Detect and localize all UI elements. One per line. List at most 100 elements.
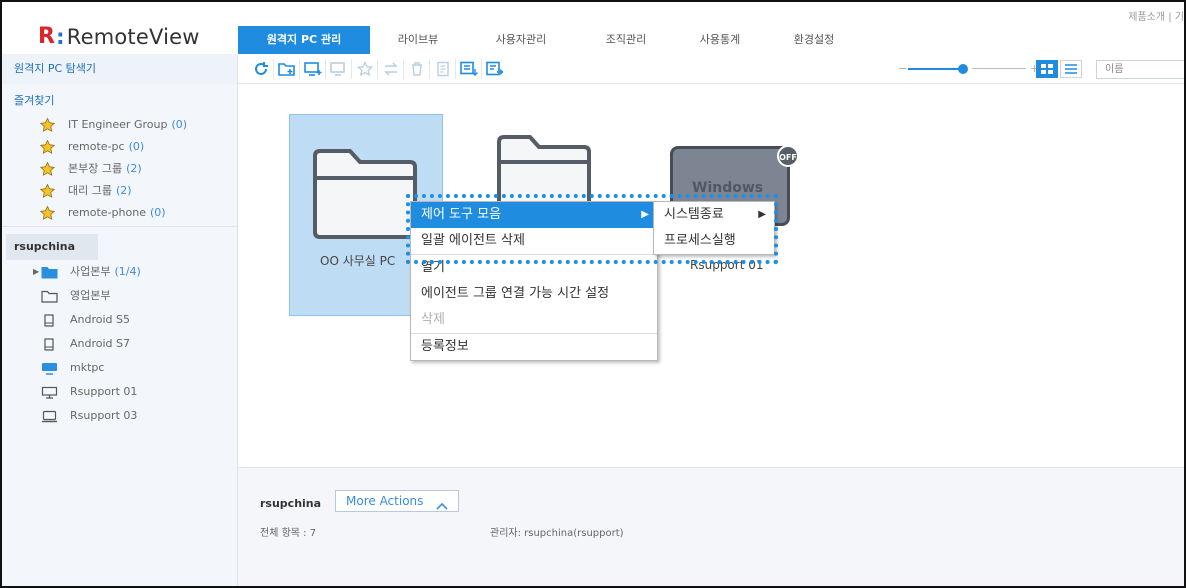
favorite-count: (2) [126,162,142,175]
info-panel: rsupchina More Actions 전체 항목 : 7 관리자: rs… [238,467,1184,586]
tree-item-count: (1/4) [114,265,141,278]
favorite-count: (2) [115,184,132,197]
menu-item-connection-time[interactable]: 에이전트 그룹 연결 가능 시간 설정 [411,281,657,307]
toolbar-row: 원격지 PC 탐색기 − + 이름 [2,54,1184,84]
monitor-filled-icon [40,361,58,375]
sort-select[interactable]: 이름 [1096,60,1184,79]
favorite-label: IT Engineer Group [68,118,168,131]
chevron-up-icon [436,496,448,516]
off-status-badge: OFF [777,145,799,167]
tree-item-label: Android S5 [70,313,131,326]
favorite-label: remote-pc [68,140,125,153]
group-label[interactable]: rsupchina [6,234,98,260]
tree-item-android-s5[interactable]: Android S5 [2,308,141,332]
group-tree: ▶ 사업본부 (1/4) 영업본부 Android S5 Android S7 m… [2,260,141,428]
tab-users[interactable]: 사용자관리 [466,26,576,54]
tree-item-label: 영업본부 [70,289,111,302]
export-icon[interactable] [456,59,482,79]
sidebar: 즐겨찾기 IT Engineer Group (0) remote-pc (0) 본… [2,84,238,586]
logo[interactable]: R: RemoteView [38,24,200,49]
transfer-icon[interactable] [378,59,404,79]
new-folder-icon[interactable] [274,59,300,79]
list-view-icon[interactable] [1060,60,1082,78]
favorites-list: IT Engineer Group (0) remote-pc (0) 본부장 그룹… [40,114,187,224]
expand-caret-icon[interactable]: ▶ [33,260,39,284]
folder-icon [312,148,418,243]
highlight-annotation [406,194,778,264]
favorite-item[interactable]: 대리 그룹 (2) [40,180,187,202]
app-window: R: RemoteView 원격지 PC 관리 라이브뷰 사용자관리 조직관리 사… [0,0,1186,588]
document-icon[interactable] [430,59,456,79]
menu-item-label: 삭제 [421,312,445,327]
main-tabs: 원격지 PC 관리 라이브뷰 사용자관리 조직관리 사용통계 환경설정 [238,26,864,54]
phone-icon [40,337,58,351]
more-actions-button[interactable]: More Actions [335,490,459,512]
favorite-count: (0) [149,206,166,219]
phone-icon [40,313,58,327]
favorite-label: 본부장 그룹 [68,162,123,175]
favorite-item[interactable]: remote-phone (0) [40,202,187,224]
favorite-item[interactable]: 본부장 그룹 (2) [40,158,187,180]
register-icon[interactable] [482,59,508,79]
favorite-count: (0) [128,140,145,153]
grid-view-icon[interactable] [1036,60,1058,78]
star-icon [40,184,55,198]
folder-blue-icon [40,265,58,279]
tree-item-label: Rsupport 01 [70,385,138,398]
zoom-slider-track[interactable] [908,68,960,70]
monitor-icon [40,385,58,399]
tab-organization[interactable]: 조직관리 [576,26,676,54]
favorite-label: 대리 그룹 [68,184,112,197]
admin-info: 관리자: rsupchina(rsupport) [490,528,624,539]
folder-item-label: OO 사무실 PC [320,254,396,268]
tree-item-label: Rsupport 03 [70,409,138,422]
more-actions-label: More Actions [346,494,424,508]
menu-item-label: 등록정보 [421,339,469,354]
favorite-item[interactable]: remote-pc (0) [40,136,187,158]
add-pc-icon[interactable] [300,59,326,79]
total-items: 전체 항목 : 7 [260,528,317,539]
tab-remote-pc[interactable]: 원격지 PC 관리 [238,26,370,54]
top-links[interactable]: 제품소개 | 기 [1128,8,1184,23]
laptop-icon [40,409,58,423]
menu-item-properties[interactable]: 등록정보 [411,334,657,360]
favorite-label: remote-phone [68,206,146,219]
tree-item-rsupport-01[interactable]: Rsupport 01 [2,380,141,404]
toolbar [248,59,508,79]
zoom-slider-rest [972,68,1026,69]
info-group-name: rsupchina [260,497,322,510]
zoom-out-icon[interactable]: − [898,62,907,75]
zoom-slider-handle[interactable] [958,64,968,74]
star-icon [40,206,55,220]
explorer-title: 원격지 PC 탐색기 [2,54,238,84]
star-icon [40,118,55,132]
logo-mark: R [38,24,56,49]
refresh-icon[interactable] [248,59,274,79]
tree-item-label: mktpc [70,361,105,374]
top-bar: R: RemoteView 원격지 PC 관리 라이브뷰 사용자관리 조직관리 사… [2,2,1184,54]
tree-item-rsupport-03[interactable]: Rsupport 03 [2,404,141,428]
favorite-item[interactable]: IT Engineer Group (0) [40,114,187,136]
menu-item-label: 에이전트 그룹 연결 가능 시간 설정 [421,286,610,301]
tree-item-android-s7[interactable]: Android S7 [2,332,141,356]
logo-colon: : [56,24,65,49]
tab-liveview[interactable]: 라이브뷰 [370,26,466,54]
menu-item-delete: 삭제 [411,307,657,333]
tab-settings[interactable]: 환경설정 [764,26,864,54]
tree-item-business-division[interactable]: ▶ 사업본부 (1/4) [2,260,141,284]
favorite-count: (0) [171,118,188,131]
logo-text: RemoteView [66,24,200,49]
tree-item-mktpc[interactable]: mktpc [2,356,141,380]
tree-item-label: 사업본부 [70,265,111,278]
delete-icon[interactable] [404,59,430,79]
move-pc-icon[interactable] [326,59,352,79]
favorites-title: 즐겨찾기 [14,94,55,107]
sidebar-divider [2,226,238,227]
star-icon [40,162,55,176]
favorite-icon[interactable] [352,59,378,79]
star-icon [40,140,55,154]
tree-item-sales-division[interactable]: 영업본부 [2,284,141,308]
folder-outline-icon [40,289,58,303]
tree-item-label: Android S7 [70,337,131,350]
tab-statistics[interactable]: 사용통계 [676,26,764,54]
